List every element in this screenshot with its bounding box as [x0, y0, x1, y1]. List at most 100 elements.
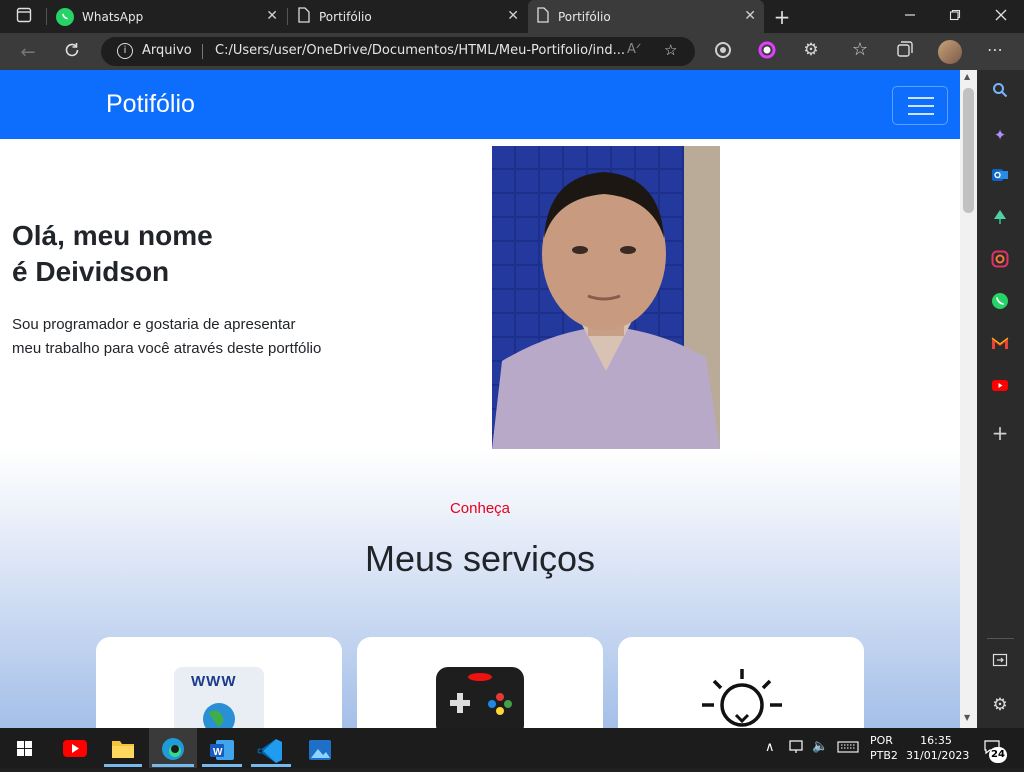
- running-indicator: [202, 764, 242, 767]
- whatsapp-icon: [56, 7, 74, 26]
- keyboard-icon[interactable]: [837, 740, 859, 757]
- navbar-toggler-button[interactable]: [892, 86, 948, 125]
- windows-start-icon[interactable]: [5, 734, 45, 768]
- add-icon[interactable]: +: [989, 422, 1011, 444]
- search-icon[interactable]: [989, 82, 1011, 104]
- file-explorer-icon[interactable]: [103, 734, 143, 768]
- tab-label: Portifólio: [558, 9, 611, 24]
- info-icon[interactable]: i: [117, 43, 133, 59]
- restore-icon[interactable]: [943, 6, 967, 25]
- instagram-icon[interactable]: [989, 250, 1011, 272]
- hamburger-line: [908, 97, 934, 99]
- hero-description: Sou programador e gostaria de apresentar…: [12, 313, 352, 361]
- gmail-icon[interactable]: [989, 334, 1011, 356]
- close-tab-icon[interactable]: ✕: [507, 8, 519, 24]
- hero-title-line2: é Deividson: [12, 256, 170, 287]
- back-icon[interactable]: ←: [16, 42, 40, 63]
- notification-count-badge: 24: [989, 747, 1007, 763]
- youtube-icon[interactable]: [989, 376, 1011, 398]
- youtube-taskbar-icon[interactable]: [55, 734, 95, 768]
- clock-time: 16:35: [920, 734, 952, 747]
- hero-text-line1: Sou programador e gostaria de apresentar: [12, 316, 296, 333]
- protocol-label: Arquivo: [142, 43, 192, 58]
- services-kicker: Conheça: [449, 500, 511, 517]
- hamburger-line: [908, 105, 934, 107]
- tab-separator: [287, 8, 288, 25]
- word-taskbar-icon[interactable]: W: [202, 734, 242, 768]
- color-extension-icon[interactable]: [755, 41, 779, 63]
- tab-label: WhatsApp: [82, 9, 144, 24]
- scroll-down-icon[interactable]: ▼: [964, 713, 970, 722]
- service-card-ideas: [618, 637, 864, 728]
- service-card-games: [357, 637, 603, 728]
- vscode-taskbar-icon[interactable]: [250, 734, 290, 768]
- address-separator: [202, 44, 203, 59]
- clock-date: 31/01/2023: [906, 749, 970, 762]
- favorites-icon[interactable]: ☆: [848, 39, 872, 60]
- read-aloud-icon[interactable]: Aᐟ: [627, 42, 641, 57]
- scrollbar-thumb[interactable]: [963, 88, 974, 213]
- network-icon[interactable]: [789, 740, 805, 757]
- service-card-web: WWW: [96, 637, 342, 728]
- extension-circle-icon[interactable]: [711, 41, 735, 63]
- tab-label: Portifólio: [319, 9, 372, 24]
- show-hidden-icons[interactable]: ∧: [765, 740, 775, 755]
- tab-separator: [46, 8, 47, 25]
- running-indicator: [251, 764, 291, 767]
- minimize-icon[interactable]: [898, 6, 922, 25]
- language-indicator[interactable]: POR PTB2: [870, 733, 898, 763]
- svg-text:W: W: [213, 747, 223, 758]
- web-globe-icon: WWW: [174, 667, 264, 728]
- sidebar-divider: [987, 638, 1014, 639]
- tab-whatsapp[interactable]: WhatsApp ✕: [50, 0, 286, 33]
- lightbulb-icon: [700, 667, 784, 728]
- address-bar[interactable]: i Arquivo C:/Users/user/OneDrive/Documen…: [101, 37, 695, 66]
- services-section: Conheça Meus serviços WWW: [0, 450, 960, 728]
- services-title: Meus serviços: [364, 538, 596, 579]
- edge-taskbar-icon[interactable]: [153, 734, 193, 768]
- browser-toolbar: ← i Arquivo C:/Users/user/OneDrive/Docum…: [0, 33, 1024, 70]
- outlook-icon[interactable]: [989, 166, 1011, 188]
- add-favorite-icon[interactable]: ☆: [664, 41, 677, 59]
- tab-portfolio-2[interactable]: Portifólio ✕: [528, 0, 764, 33]
- tab-actions-icon[interactable]: [12, 7, 36, 27]
- scroll-up-icon[interactable]: ▲: [964, 72, 970, 81]
- refresh-icon[interactable]: [60, 41, 84, 63]
- navbar-brand[interactable]: Potifólio: [106, 90, 195, 119]
- web-page: Potifólio Olá, meu nome é Deividson Sou …: [0, 70, 960, 728]
- settings-gear-icon[interactable]: ⚙: [989, 694, 1011, 716]
- close-tab-icon[interactable]: ✕: [266, 8, 278, 24]
- tab-strip: WhatsApp ✕ Portifólio ✕ Portifólio ✕ +: [0, 0, 1024, 33]
- new-tab-icon[interactable]: +: [770, 5, 794, 29]
- tab-portfolio-1[interactable]: Portifólio ✕: [291, 0, 527, 33]
- extensions-icon[interactable]: ⚙: [799, 40, 823, 60]
- language-code: POR: [870, 734, 893, 747]
- photos-taskbar-icon[interactable]: [300, 734, 340, 768]
- page-icon: [536, 7, 550, 26]
- hamburger-line: [908, 113, 934, 115]
- navbar: Potifólio: [0, 70, 960, 139]
- hide-sidebar-icon[interactable]: [989, 652, 1011, 674]
- hero-text-line2: meu trabalho para você através deste por…: [12, 340, 322, 357]
- profile-photo: [492, 146, 720, 449]
- more-menu-icon[interactable]: ⋯: [983, 40, 1007, 59]
- discover-sparkle-icon[interactable]: ✦: [989, 124, 1011, 146]
- gamepad-icon: [436, 667, 524, 728]
- keyboard-layout: PTB2: [870, 749, 898, 762]
- whatsapp-icon[interactable]: [989, 292, 1011, 314]
- close-tab-icon[interactable]: ✕: [744, 8, 756, 24]
- hero-title: Olá, meu nome é Deividson: [12, 218, 312, 290]
- page-icon: [297, 7, 311, 26]
- profile-avatar[interactable]: [938, 40, 962, 64]
- windows-taskbar: W ∧ 🔈 POR PTB2 16:35 31/01/2023 24: [0, 728, 1024, 768]
- games-tree-icon[interactable]: [989, 208, 1011, 230]
- hero-title-line1: Olá, meu nome: [12, 220, 213, 251]
- running-indicator: [104, 764, 142, 767]
- close-window-icon[interactable]: [989, 6, 1013, 25]
- collections-icon[interactable]: [893, 40, 917, 62]
- clock[interactable]: 16:35 31/01/2023: [906, 733, 970, 763]
- url-text[interactable]: C:/Users/user/OneDrive/Documentos/HTML/M…: [215, 43, 625, 58]
- running-indicator: [152, 764, 194, 767]
- volume-icon[interactable]: 🔈: [812, 739, 828, 754]
- page-scrollbar[interactable]: ▲ ▼: [960, 70, 977, 728]
